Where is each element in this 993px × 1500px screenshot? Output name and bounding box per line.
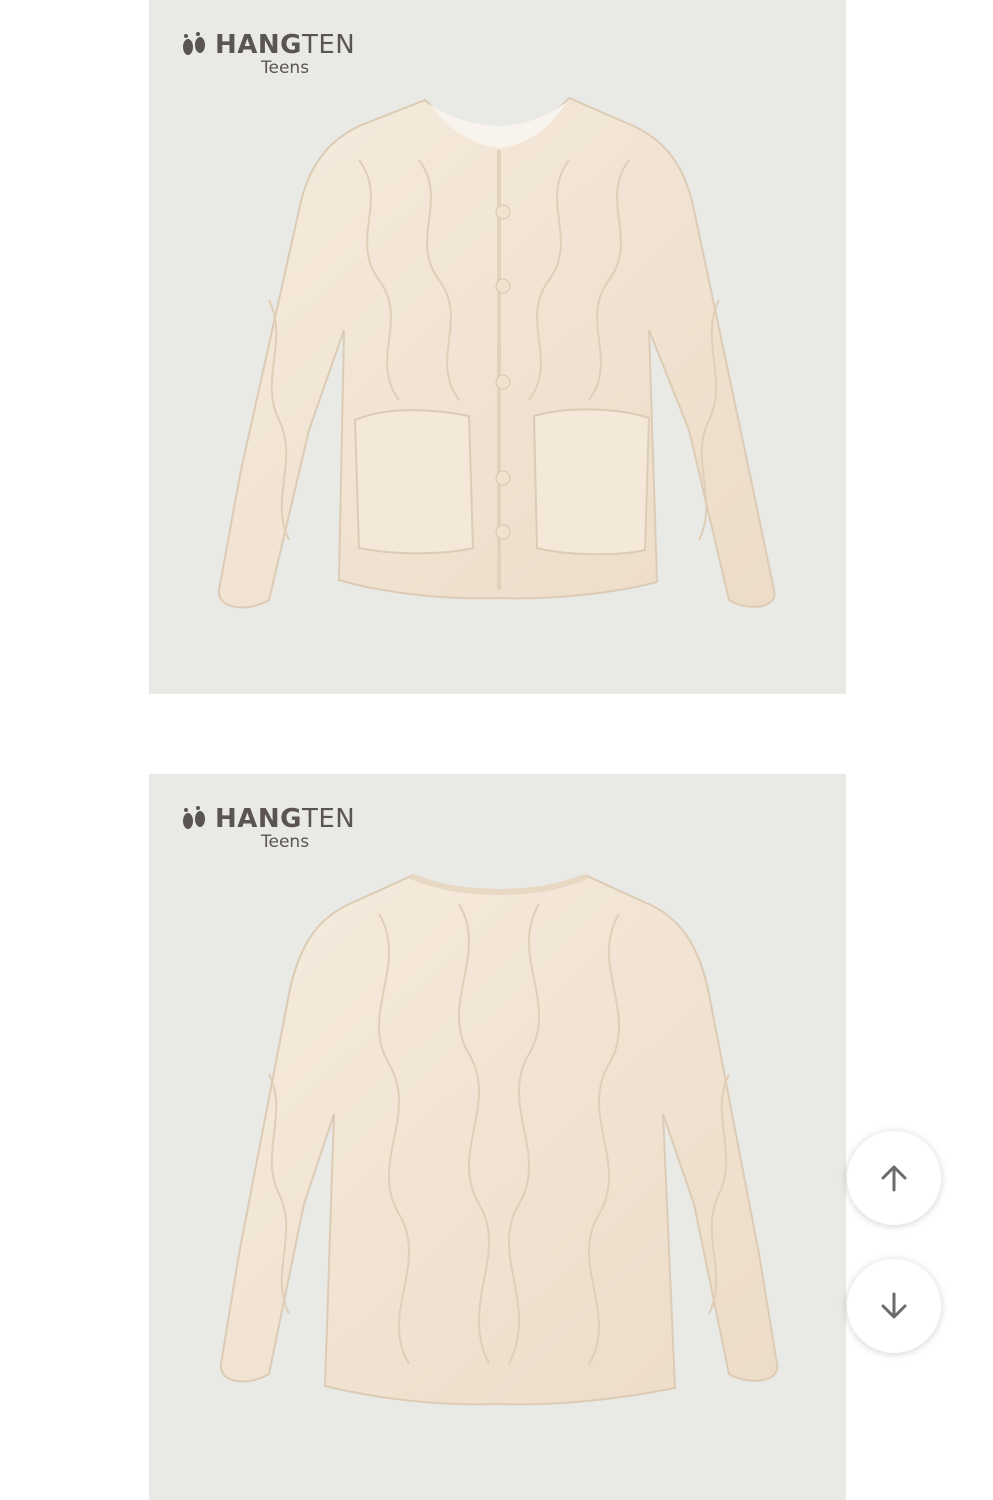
scroll-down-button[interactable]: [847, 1259, 941, 1353]
product-image-back: HANGTEN Teens: [149, 774, 846, 1500]
jacket-back-illustration: [219, 873, 779, 1406]
scroll-up-button[interactable]: [847, 1131, 941, 1225]
product-image-front: HANGTEN Teens: [149, 0, 846, 694]
jacket-front-illustration: [217, 96, 776, 609]
arrow-up-icon: [881, 1165, 907, 1192]
arrow-down-icon: [881, 1292, 907, 1319]
